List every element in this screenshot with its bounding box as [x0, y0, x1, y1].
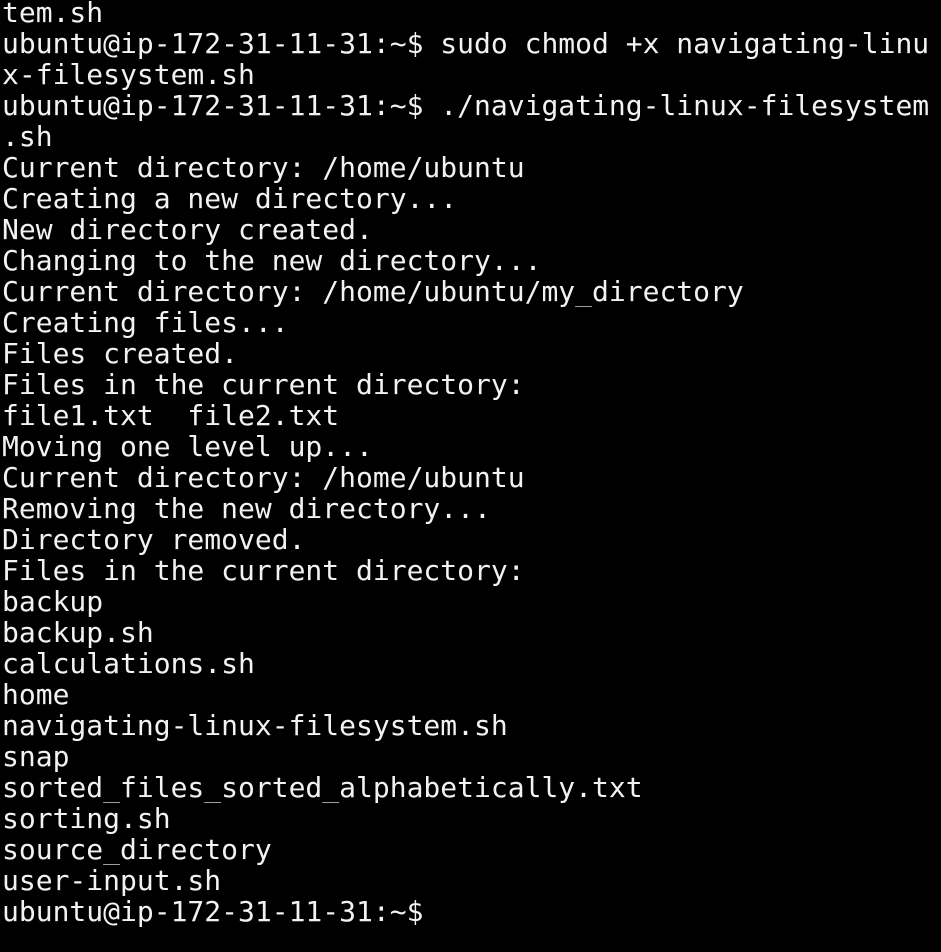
text-cursor [442, 899, 456, 925]
terminal-line: Files in the current directory: [2, 369, 525, 400]
terminal-line: calculations.sh [2, 648, 255, 679]
terminal-line: Changing to the new directory... [2, 245, 542, 276]
terminal-window[interactable]: tem.sh ubuntu@ip-172-31-11-31:~$ sudo ch… [0, 0, 941, 952]
terminal-prompt-line[interactable]: ubuntu@ip-172-31-11-31:~$ [2, 896, 941, 927]
terminal-line: .sh [2, 121, 53, 152]
terminal-line: backup.sh [2, 617, 154, 648]
terminal-line: New directory created. [2, 214, 373, 245]
terminal-line: home [2, 679, 70, 710]
terminal-line: backup [2, 586, 104, 617]
terminal-line: source_directory [2, 834, 272, 865]
terminal-line: ubuntu@ip-172-31-11-31:~$ ./navigating-l… [2, 90, 930, 121]
terminal-line: Creating a new directory... [2, 183, 458, 214]
terminal-line: Files in the current directory: [2, 555, 525, 586]
terminal-line: Current directory: /home/ubuntu [2, 152, 525, 183]
terminal-line: snap [2, 741, 70, 772]
terminal-line: Current directory: /home/ubuntu [2, 462, 525, 493]
terminal-line: Removing the new directory... [2, 493, 491, 524]
terminal-line: Directory removed. [2, 524, 306, 555]
terminal-line: Moving one level up... [2, 431, 373, 462]
terminal-line: Files created. [2, 338, 239, 369]
terminal-prompt: ubuntu@ip-172-31-11-31:~$ [2, 896, 441, 927]
terminal-line: file1.txt file2.txt [2, 400, 340, 431]
terminal-line: tem.sh [2, 0, 104, 28]
terminal-line: user-input.sh [2, 865, 222, 896]
terminal-line: Current directory: /home/ubuntu/my_direc… [2, 276, 744, 307]
terminal-line: x-filesystem.sh [2, 59, 255, 90]
terminal-line: sorting.sh [2, 803, 171, 834]
terminal-line: Creating files... [2, 307, 289, 338]
terminal-output: tem.sh ubuntu@ip-172-31-11-31:~$ sudo ch… [2, 0, 941, 927]
terminal-line: navigating-linux-filesystem.sh [2, 710, 508, 741]
terminal-line: ubuntu@ip-172-31-11-31:~$ sudo chmod +x … [2, 28, 930, 59]
terminal-line: sorted_files_sorted_alphabetically.txt [2, 772, 643, 803]
